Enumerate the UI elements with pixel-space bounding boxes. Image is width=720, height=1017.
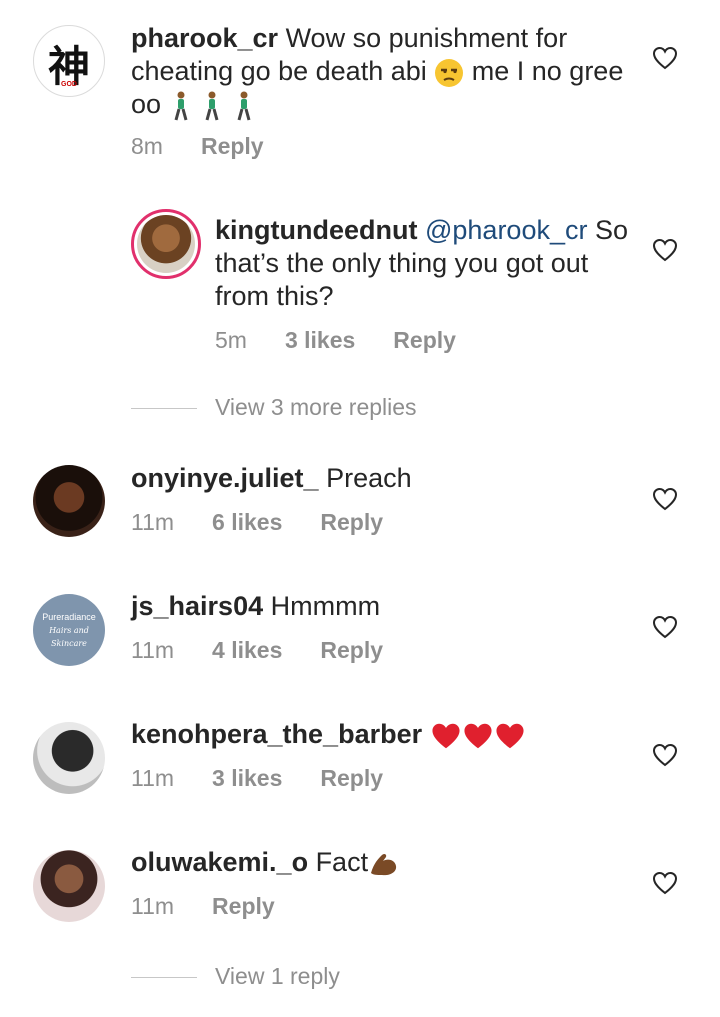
reply-button[interactable]: Reply bbox=[320, 765, 383, 792]
flexed-biceps-icon bbox=[371, 853, 397, 876]
avatar[interactable] bbox=[33, 850, 105, 922]
heart-icon[interactable] bbox=[652, 46, 678, 70]
view-more-label: View 3 more replies bbox=[215, 394, 417, 420]
heart-icon[interactable] bbox=[652, 743, 678, 767]
avatar[interactable] bbox=[33, 722, 105, 794]
view-replies-button[interactable]: View 1 reply bbox=[131, 963, 691, 990]
mention-link[interactable]: @pharook_cr bbox=[417, 215, 588, 245]
avatar-text-line: Skincare bbox=[51, 639, 87, 648]
comment-username[interactable]: kenohpera_the_barber bbox=[131, 719, 422, 749]
comment-time: 11m bbox=[131, 509, 175, 535]
comment-text: Hmmmm bbox=[263, 591, 381, 621]
likes-count[interactable]: 6 likes bbox=[212, 509, 282, 536]
walking-person-icon bbox=[174, 91, 188, 121]
comment-username[interactable]: oluwakemi._o bbox=[131, 847, 308, 877]
reply-button[interactable]: Reply bbox=[320, 637, 383, 664]
comment-text: Preach bbox=[318, 463, 412, 493]
comment-text bbox=[422, 719, 430, 749]
comment-time: 5m bbox=[215, 327, 247, 353]
avatar-caption: GOD bbox=[61, 81, 77, 88]
heart-icon[interactable] bbox=[652, 871, 678, 895]
comment-time: 8m bbox=[131, 133, 163, 159]
red-heart-icon bbox=[464, 723, 492, 749]
comment-username[interactable]: onyinye.juliet_ bbox=[131, 463, 319, 493]
comment-text: Fact bbox=[308, 847, 369, 877]
unamused-face-icon bbox=[435, 58, 464, 87]
walking-person-icon bbox=[205, 91, 219, 121]
avatar[interactable]: Pureradiance Hairs and Skincare bbox=[33, 594, 105, 666]
reply-button[interactable]: Reply bbox=[320, 509, 383, 536]
comment-time: 11m bbox=[131, 637, 175, 663]
comment-username[interactable]: pharook_cr bbox=[131, 23, 278, 53]
avatar[interactable] bbox=[131, 209, 201, 279]
likes-count[interactable]: 4 likes bbox=[212, 637, 282, 664]
comment-username[interactable]: js_hairs04 bbox=[131, 591, 263, 621]
comment-time: 11m bbox=[131, 765, 175, 791]
view-more-replies-button[interactable]: View 3 more replies bbox=[131, 394, 691, 421]
red-heart-icon bbox=[432, 723, 460, 749]
avatar-photo bbox=[137, 215, 195, 273]
reply-button[interactable]: Reply bbox=[212, 893, 275, 920]
avatar-text-line: Pureradiance bbox=[42, 612, 96, 622]
avatar-text-line: Hairs and bbox=[49, 626, 89, 635]
reply-button[interactable]: Reply bbox=[393, 327, 456, 354]
reply-button[interactable]: Reply bbox=[201, 133, 264, 160]
avatar[interactable]: 神 GOD bbox=[33, 25, 105, 97]
comment-username[interactable]: kingtundeednut bbox=[215, 215, 417, 245]
likes-count[interactable]: 3 likes bbox=[285, 327, 355, 354]
likes-count[interactable]: 3 likes bbox=[212, 765, 282, 792]
heart-icon[interactable] bbox=[652, 238, 678, 262]
view-reply-label: View 1 reply bbox=[215, 963, 340, 989]
heart-icon[interactable] bbox=[652, 615, 678, 639]
heart-icon[interactable] bbox=[652, 487, 678, 511]
red-heart-icon bbox=[496, 723, 524, 749]
comment-time: 11m bbox=[131, 893, 175, 919]
divider-line bbox=[131, 408, 197, 410]
walking-person-icon bbox=[237, 91, 251, 121]
avatar[interactable] bbox=[33, 465, 105, 537]
divider-line bbox=[131, 977, 197, 979]
